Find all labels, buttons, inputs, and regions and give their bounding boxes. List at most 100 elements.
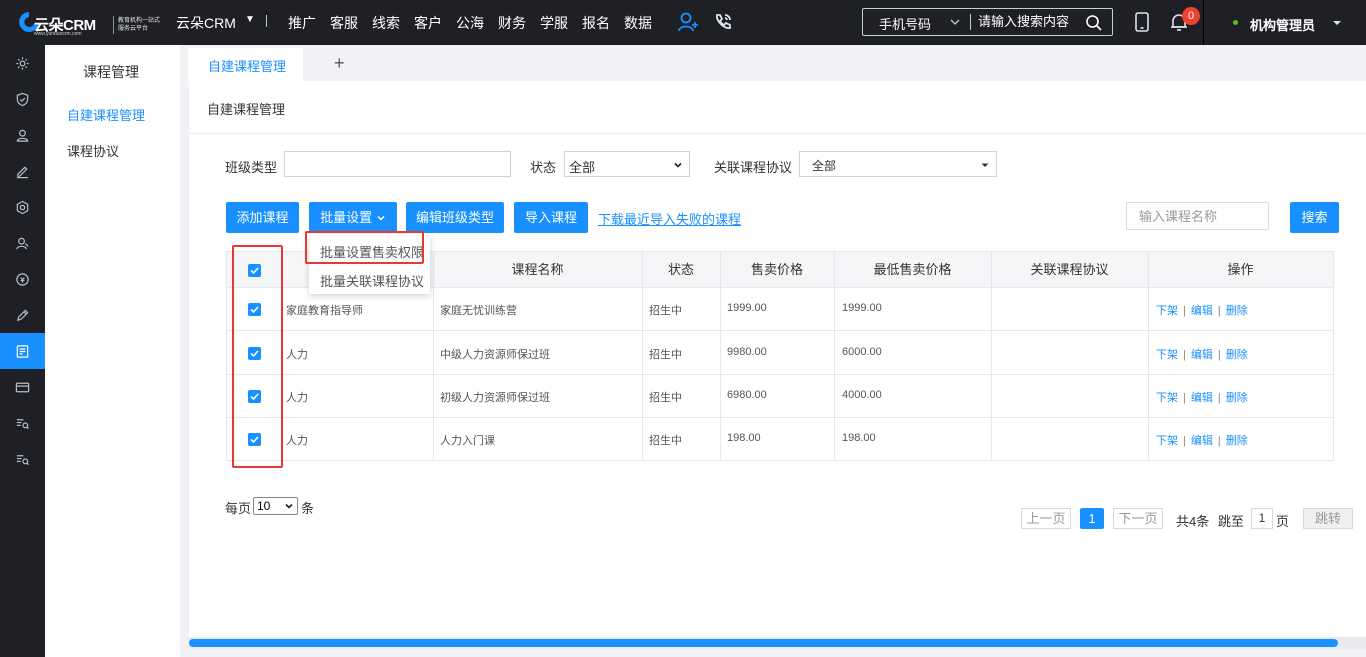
class-type-input[interactable] xyxy=(284,151,511,177)
delete-link[interactable]: 删除 xyxy=(1226,305,1248,317)
logo-slogan: 教育机构一站式服务云平台 xyxy=(118,18,161,32)
edit-link[interactable]: 编辑 xyxy=(1191,392,1213,404)
mobile-icon[interactable] xyxy=(1131,11,1153,33)
status-select-value: 全部 xyxy=(569,160,596,175)
column-divider xyxy=(720,252,721,460)
search-type-select[interactable]: 手机号码 xyxy=(879,14,931,33)
global-search: 手机号码 xyxy=(862,8,1113,36)
nav-item-promotion[interactable]: 推广 xyxy=(288,13,316,33)
status-select[interactable]: 全部 xyxy=(564,151,690,177)
nav-item-finance[interactable]: 财务 xyxy=(498,13,526,33)
offline-link[interactable]: 下架 xyxy=(1156,392,1178,404)
offline-link[interactable]: 下架 xyxy=(1156,349,1178,361)
course-icon xyxy=(16,344,29,358)
total-count: 共4条 xyxy=(1176,514,1210,529)
submenu-title: 课程管理 xyxy=(83,64,139,80)
batch-link-protocol-option[interactable]: 批量关联课程协议 xyxy=(320,271,424,290)
chevron-down-icon xyxy=(285,503,293,509)
add-user-icon[interactable] xyxy=(677,11,699,33)
sidebar-item-edit[interactable] xyxy=(0,153,45,189)
jump-page-input[interactable]: 1 xyxy=(1251,508,1273,529)
cell-class-type: 人力 xyxy=(286,349,308,361)
protocol-select-value: 全部 xyxy=(812,159,837,173)
per-page-unit: 条 xyxy=(301,501,315,516)
cell-class-type: 家庭教育指导师 xyxy=(286,305,363,317)
sidebar-item-search-list[interactable] xyxy=(0,405,45,441)
import-course-button[interactable]: 导入课程 xyxy=(514,202,588,233)
shield-icon xyxy=(16,92,29,106)
edit-link[interactable]: 编辑 xyxy=(1191,349,1213,361)
search-icon[interactable] xyxy=(1085,14,1103,32)
table-row: 人力 中级人力资源师保过班 招生中 9980.00 6000.00 下架 | 编辑 |… xyxy=(227,332,1333,375)
brand-switcher[interactable]: 云朵CRM xyxy=(176,13,236,33)
logo[interactable]: 云朵CRM www.yunduocrm.com 教育机构一站式服务云平台 xyxy=(18,8,160,38)
caret-down-icon[interactable]: ▼ xyxy=(245,14,255,25)
offline-link[interactable]: 下架 xyxy=(1156,435,1178,447)
chevron-down-icon[interactable] xyxy=(949,16,961,28)
batch-settings-button[interactable]: 批量设置 xyxy=(309,202,397,233)
nav-item-leads[interactable]: 线索 xyxy=(372,13,400,33)
sidebar-item-settings[interactable] xyxy=(0,45,45,81)
horizontal-scrollbar[interactable] xyxy=(189,639,1338,647)
delete-link[interactable]: 删除 xyxy=(1226,349,1248,361)
per-page-select[interactable]: 10 xyxy=(253,497,298,515)
list-search-icon xyxy=(16,418,30,429)
title-divider xyxy=(189,133,1366,134)
next-page-button[interactable]: 下一页 xyxy=(1113,508,1163,529)
per-page-value: 10 xyxy=(257,499,271,513)
sidebar-item-finance[interactable] xyxy=(0,261,45,297)
edit-link[interactable]: 编辑 xyxy=(1191,435,1213,447)
jump-button[interactable]: 跳转 xyxy=(1303,508,1353,529)
nav-item-data[interactable]: 数据 xyxy=(624,13,652,33)
cog-icon xyxy=(16,200,29,214)
download-failed-imports-link[interactable]: 下载最近导入失败的课程 xyxy=(598,209,741,228)
current-page[interactable]: 1 xyxy=(1080,508,1104,529)
nav-item-customers[interactable]: 客户 xyxy=(414,13,442,33)
cell-status: 招生中 xyxy=(649,392,682,404)
chevron-down-icon[interactable] xyxy=(1331,17,1343,29)
submenu-item-course-protocol[interactable]: 课程协议 xyxy=(67,141,119,160)
protocol-select[interactable]: 全部 xyxy=(799,151,997,177)
submenu-item-self-built-courses[interactable]: 自建课程管理 xyxy=(67,105,145,124)
user-name[interactable]: 机构管理员 xyxy=(1250,15,1315,34)
sidebar-item-cards[interactable] xyxy=(0,369,45,405)
sidebar-item-courses[interactable] xyxy=(0,333,45,369)
cell-min-price: 6000.00 xyxy=(842,346,882,358)
coin-icon xyxy=(16,272,29,286)
nav-item-service[interactable]: 客服 xyxy=(330,13,358,33)
prev-page-button[interactable]: 上一页 xyxy=(1021,508,1071,529)
sidebar-item-query[interactable] xyxy=(0,441,45,477)
cell-price: 1999.00 xyxy=(727,302,767,314)
chevron-down-icon xyxy=(377,215,385,221)
user-divider xyxy=(1203,0,1204,45)
chevron-down-icon xyxy=(674,162,682,168)
sidebar-item-pen[interactable] xyxy=(0,297,45,333)
edit-link[interactable]: 编辑 xyxy=(1191,305,1213,317)
edit-class-type-button[interactable]: 编辑班级类型 xyxy=(406,202,504,233)
cell-min-price: 4000.00 xyxy=(842,389,882,401)
phone-icon[interactable] xyxy=(712,11,734,33)
page-unit: 页 xyxy=(1276,514,1290,529)
add-course-button[interactable]: 添加课程 xyxy=(226,202,299,233)
cell-course-name: 家庭无忧训练营 xyxy=(440,305,517,317)
sidebar-item-users[interactable] xyxy=(0,117,45,153)
global-search-input[interactable] xyxy=(978,14,1088,29)
column-divider xyxy=(642,252,643,460)
cell-class-type: 人力 xyxy=(286,435,308,447)
table-row: 人力 初级人力资源师保过班 招生中 6980.00 4000.00 下架 | 编辑 |… xyxy=(227,375,1333,418)
course-name-search-input[interactable] xyxy=(1126,202,1269,230)
sidebar-item-config[interactable] xyxy=(0,189,45,225)
search-button[interactable]: 搜索 xyxy=(1290,202,1339,233)
nav-item-enrollment[interactable]: 报名 xyxy=(582,13,610,33)
add-tab-button[interactable]: + xyxy=(334,53,345,74)
sidebar-item-teachers[interactable] xyxy=(0,225,45,261)
nav-item-public-pool[interactable]: 公海 xyxy=(456,13,484,33)
tab-self-built-courses[interactable]: 自建课程管理 xyxy=(188,48,303,81)
offline-link[interactable]: 下架 xyxy=(1156,305,1178,317)
cell-course-name: 初级人力资源师保过班 xyxy=(440,392,550,404)
sidebar-item-security[interactable] xyxy=(0,81,45,117)
delete-link[interactable]: 删除 xyxy=(1226,392,1248,404)
nav-item-student-service[interactable]: 学服 xyxy=(540,13,568,33)
cell-min-price: 198.00 xyxy=(842,432,876,444)
delete-link[interactable]: 删除 xyxy=(1226,435,1248,447)
